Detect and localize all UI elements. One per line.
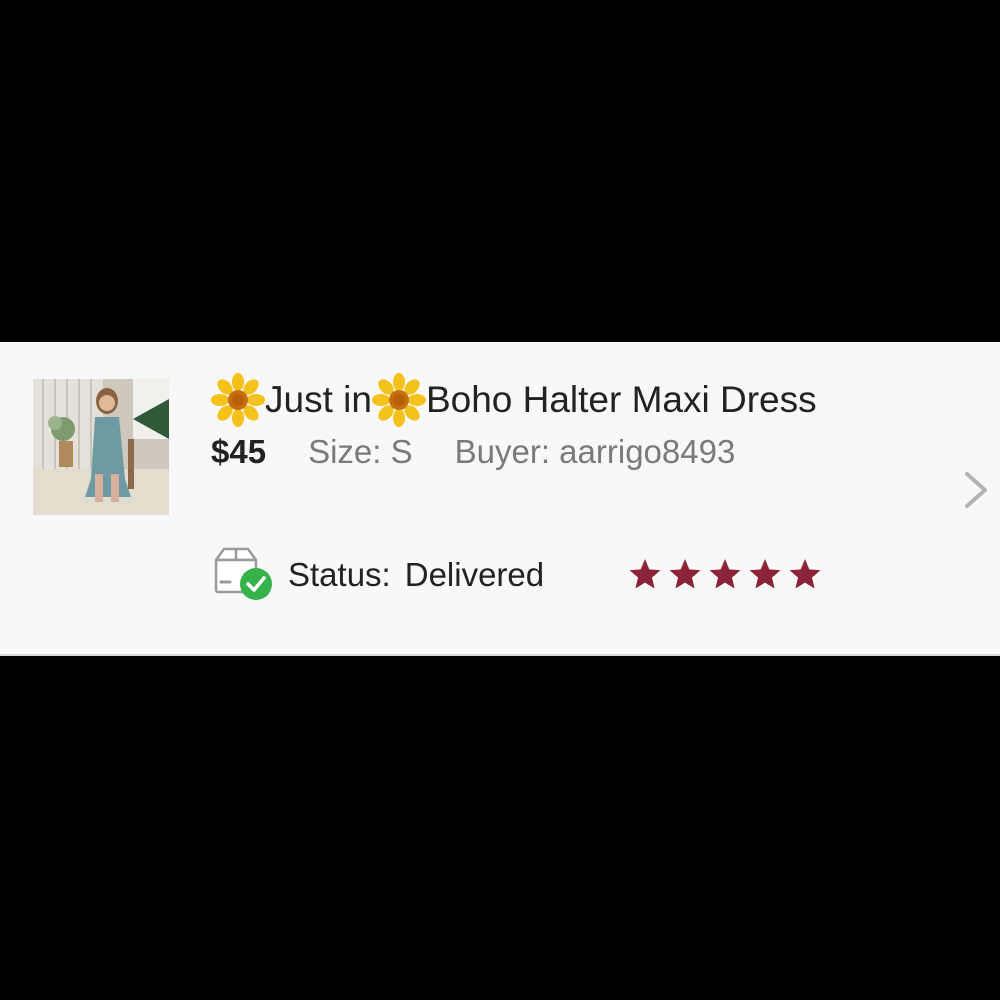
size-value: S — [390, 433, 413, 470]
product-thumbnail[interactable] — [33, 379, 169, 515]
star-icon — [629, 559, 661, 589]
order-card[interactable]: Just in Boho Halter Maxi Dress $45 Size:… — [0, 342, 1000, 656]
rating-stars — [628, 554, 828, 594]
price: $45 — [211, 433, 267, 470]
chevron-right-icon[interactable] — [958, 470, 992, 510]
sunflower-icon — [371, 373, 426, 427]
size-label: Size: — [308, 433, 382, 470]
status-row: Status: Delivered — [210, 547, 544, 603]
star-icon — [669, 559, 701, 589]
star-icon — [709, 559, 741, 589]
buyer-label: Buyer: — [454, 433, 550, 470]
status-label: Status: — [288, 556, 391, 593]
status-value: Delivered — [404, 556, 545, 593]
size-info: Size: S — [308, 433, 413, 471]
buyer-info: Buyer: aarrigo8493 — [455, 433, 736, 471]
listing-title: Just in Boho Halter Maxi Dress — [211, 370, 817, 430]
buyer-value: aarrigo8493 — [559, 433, 736, 470]
sunflower-icon — [211, 373, 265, 427]
package-delivered-icon — [214, 547, 272, 600]
title-main: Boho Halter Maxi Dress — [425, 379, 817, 420]
star-icon — [789, 559, 821, 589]
listing-meta: $45 Size: S Buyer: aarrigo8493 — [211, 430, 735, 474]
product-photo — [33, 379, 169, 515]
star-icon — [749, 559, 781, 589]
title-prefix: Just in — [265, 379, 372, 420]
screen: Just in Boho Halter Maxi Dress $45 Size:… — [0, 0, 1000, 1000]
